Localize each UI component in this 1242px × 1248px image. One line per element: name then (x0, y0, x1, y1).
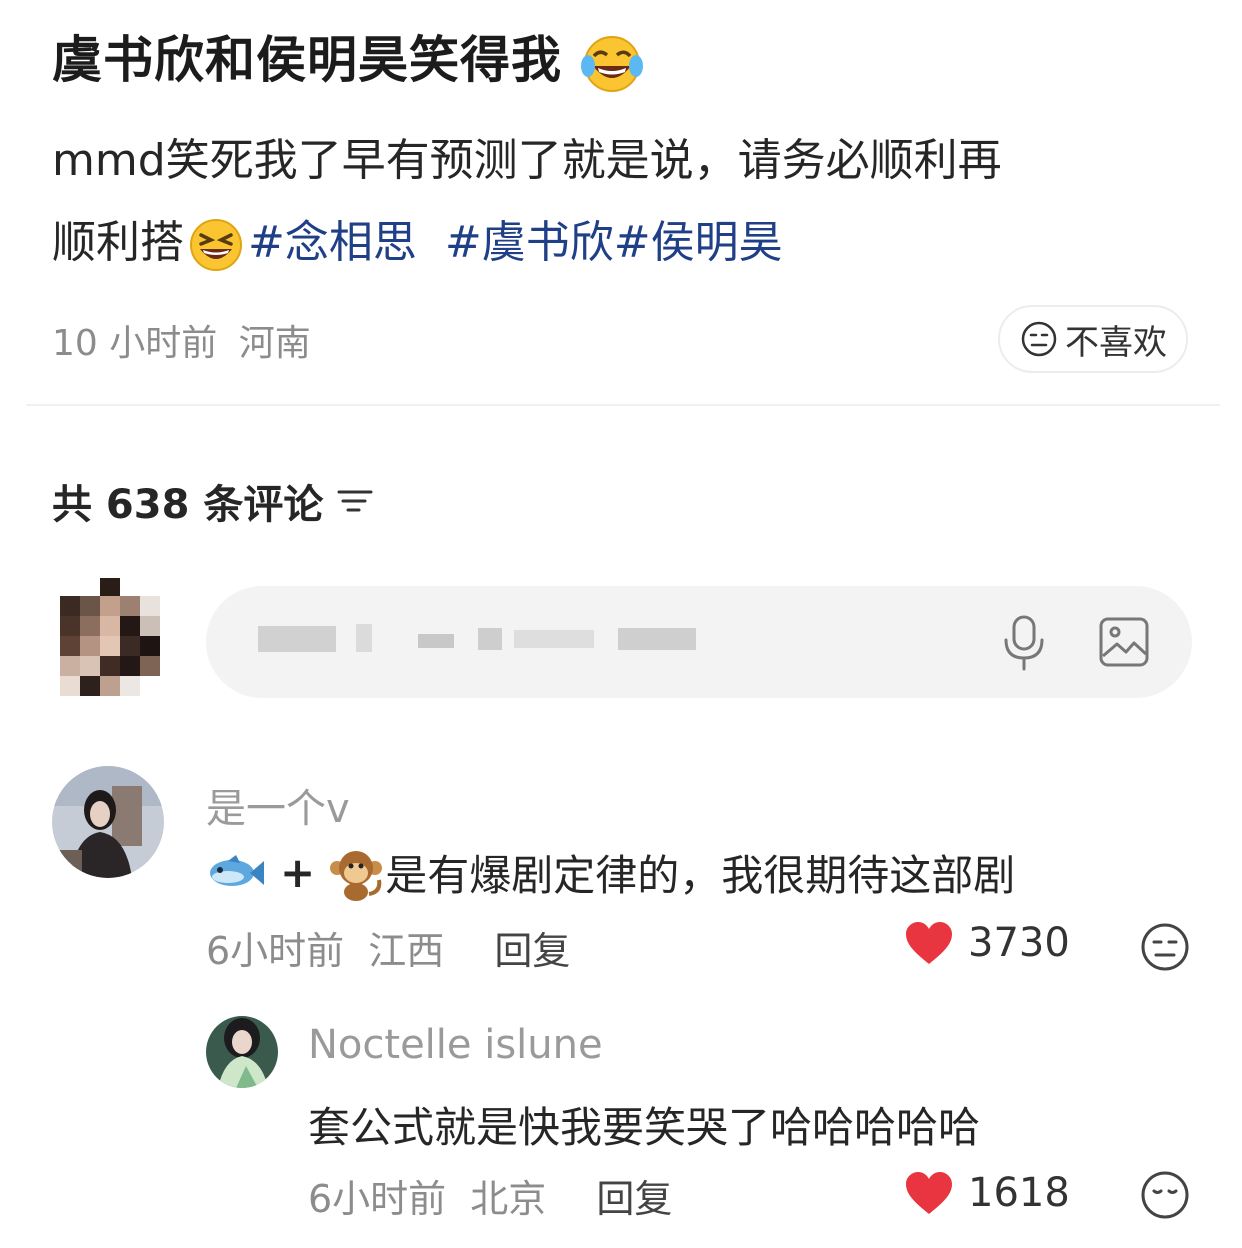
reply-button[interactable]: 回复 (494, 929, 570, 973)
hashtag-link[interactable]: #虞书欣 (445, 217, 614, 268)
comments-header: 共 638 条评论 (52, 472, 375, 530)
mic-icon[interactable] (1000, 614, 1048, 672)
post-body: mmd笑死我了早有预测了就是说，请务必顺利再 顺利搭 #念相思 #虞书欣#侯明昊 (52, 120, 1192, 284)
hashtag-link[interactable]: #侯明昊 (614, 217, 783, 268)
dislike-label: 不喜欢 (1065, 322, 1167, 363)
my-avatar[interactable] (60, 578, 160, 696)
heart-icon (906, 1172, 952, 1214)
dislike-button[interactable]: 不喜欢 (998, 305, 1188, 373)
post-title-text: 虞书欣和侯明昊笑得我 (52, 31, 562, 89)
blurred-placeholder (258, 624, 696, 652)
monkey-icon (330, 850, 383, 901)
comment-meta: 6小时前 江西 回复 (206, 920, 570, 975)
comment-username[interactable]: 是一个v (206, 776, 350, 834)
user-avatar-image (206, 1016, 278, 1088)
post-body-line1: mmd笑死我了早有预测了就是说，请务必顺利再 (52, 135, 1002, 186)
post-body-line2-text: 顺利搭 (52, 217, 184, 268)
comment-location: 北京 (470, 1177, 547, 1221)
like-button[interactable]: 1618 (904, 1170, 1070, 1216)
comment-text-body: 套公式就是快我要笑哭了哈哈哈哈哈 (308, 1103, 981, 1152)
sort-filter-icon[interactable] (335, 484, 375, 518)
post-title: 虞书欣和侯明昊笑得我 (52, 20, 644, 94)
dislike-face-icon[interactable] (1140, 1170, 1190, 1220)
comment-time: 6小时前 (308, 1177, 447, 1221)
like-count: 1618 (968, 1170, 1070, 1216)
post-time: 10 小时前 (52, 323, 218, 364)
heart-icon (906, 922, 952, 964)
comment-meta: 6小时前 北京 回复 (308, 1168, 672, 1223)
comment-text: + 是有爆剧定律的，我很期待这部剧 (206, 842, 1015, 903)
avatar[interactable] (52, 766, 164, 878)
neutral-face-icon (1021, 321, 1057, 357)
comment-location: 江西 (368, 929, 445, 973)
reply-button[interactable]: 回复 (596, 1177, 672, 1221)
grinning-squint-icon (190, 219, 242, 271)
image-icon[interactable] (1098, 616, 1150, 668)
comments-count-label: 共 638 条评论 (52, 482, 324, 528)
avatar[interactable] (206, 1016, 278, 1088)
post-body-line2: 顺利搭 #念相思 #虞书欣#侯明昊 (52, 202, 1192, 284)
comment-time: 6小时前 (206, 929, 345, 973)
comment-username[interactable]: Noctelle islune (308, 1022, 603, 1068)
plus-sign: + (280, 848, 316, 897)
hashtag-link[interactable]: #念相思 (248, 217, 417, 268)
post-meta: 10 小时前 河南 (52, 314, 311, 366)
like-button[interactable]: 3730 (904, 920, 1070, 966)
divider (26, 404, 1220, 406)
comment-text-body: 是有爆剧定律的，我很期待这部剧 (385, 851, 1016, 900)
like-count: 3730 (968, 920, 1070, 966)
post-location: 河南 (238, 323, 311, 364)
user-avatar-image (52, 766, 164, 878)
laughing-tears-icon (581, 35, 644, 92)
comment-text: 套公式就是快我要笑哭了哈哈哈哈哈 (308, 1094, 980, 1155)
fish-icon (210, 854, 264, 886)
dislike-face-icon[interactable] (1140, 922, 1190, 972)
